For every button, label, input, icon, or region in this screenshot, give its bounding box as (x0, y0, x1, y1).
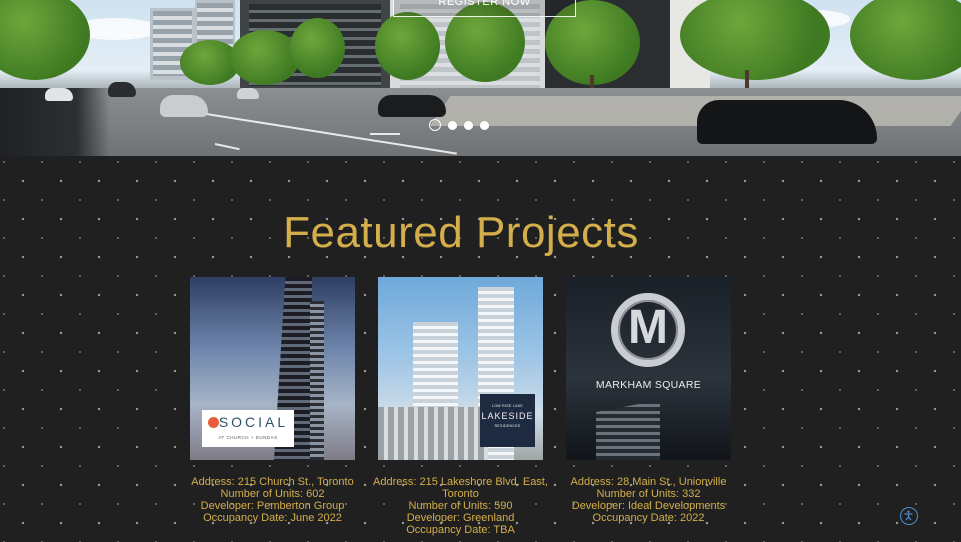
car (378, 95, 446, 117)
orange-dot-icon (207, 417, 219, 428)
section-title: Featured Projects (283, 208, 639, 257)
markham-logo-letter: M (628, 301, 668, 354)
hero-banner: REGISTER NOW (0, 0, 961, 156)
project-occupancy: Occupancy Date: TBA (406, 524, 515, 536)
project-occupancy: Occupancy Date: 2022 (592, 512, 705, 524)
project-card-markham: M MARKHAM SQUARE Address: 28 Main St., U… (566, 277, 731, 524)
tower (310, 301, 324, 460)
project-card-lakeside: LOW RISE LAKE LAKESIDE RESIDENCES Addres… (373, 277, 548, 536)
social-logo: SOCIAL AT CHURCH + DUNDAS (202, 410, 294, 447)
car (697, 100, 877, 144)
project-address: Address: 215 Lakeshore Blvd. East, Toron… (373, 476, 548, 500)
project-developer: Developer: Greenland (406, 512, 515, 524)
project-image-social[interactable]: SOCIAL AT CHURCH + DUNDAS (190, 277, 355, 460)
lakeside-logo: LOW RISE LAKE LAKESIDE RESIDENCES (480, 394, 535, 447)
slider-dot-1[interactable] (429, 119, 441, 131)
project-info: Address: 215 Church St., Toronto Number … (170, 476, 375, 524)
project-address: Address: 28 Main St., Unionville (570, 476, 727, 488)
project-info: Address: 215 Lakeshore Blvd. East, Toron… (358, 476, 563, 536)
register-now-button[interactable]: REGISTER NOW (393, 0, 576, 17)
social-logo-word: SOCIAL (218, 414, 289, 430)
lakeside-logo-toptext: LOW RISE LAKE (492, 404, 523, 408)
project-image-markham[interactable]: M MARKHAM SQUARE (566, 277, 731, 460)
slider-dot-2[interactable] (448, 120, 457, 130)
slider-dots (429, 119, 489, 131)
tree (0, 0, 90, 80)
car (45, 88, 73, 101)
lowrise-building (378, 407, 488, 460)
project-units: Number of Units: 602 (220, 488, 325, 500)
accessibility-icon[interactable] (900, 507, 918, 525)
tree (230, 30, 300, 85)
car (108, 82, 136, 97)
slider-dot-4[interactable] (480, 120, 489, 130)
project-image-lakeside[interactable]: LOW RISE LAKE LAKESIDE RESIDENCES (378, 277, 543, 460)
markham-logo-text: MARKHAM SQUARE (595, 379, 702, 391)
social-logo-subtext: AT CHURCH + DUNDAS (218, 435, 278, 440)
tree (850, 0, 961, 80)
project-address: Address: 215 Church St., Toronto (191, 476, 354, 488)
tower (596, 400, 660, 460)
project-units: Number of Units: 590 (408, 500, 513, 512)
car (237, 88, 259, 99)
project-card-social: SOCIAL AT CHURCH + DUNDAS Address: 215 C… (190, 277, 355, 524)
lane-marking (370, 133, 400, 135)
tree (375, 12, 440, 80)
slider-dot-3[interactable] (464, 120, 473, 130)
project-units: Number of Units: 332 (596, 488, 701, 500)
lakeside-logo-subtext: RESIDENCES (494, 424, 521, 428)
sidewalk (429, 96, 961, 126)
tree (290, 18, 345, 78)
car (160, 95, 208, 117)
project-developer: Developer: Ideal Developments (571, 500, 726, 512)
social-logo-text: SOCIAL (202, 414, 294, 430)
project-developer: Developer: Pemberton Group (200, 500, 345, 512)
project-occupancy: Occupancy Date: June 2022 (203, 512, 342, 524)
project-info: Address: 28 Main St., Unionville Number … (546, 476, 751, 524)
lakeside-logo-text: LAKESIDE (481, 411, 534, 421)
